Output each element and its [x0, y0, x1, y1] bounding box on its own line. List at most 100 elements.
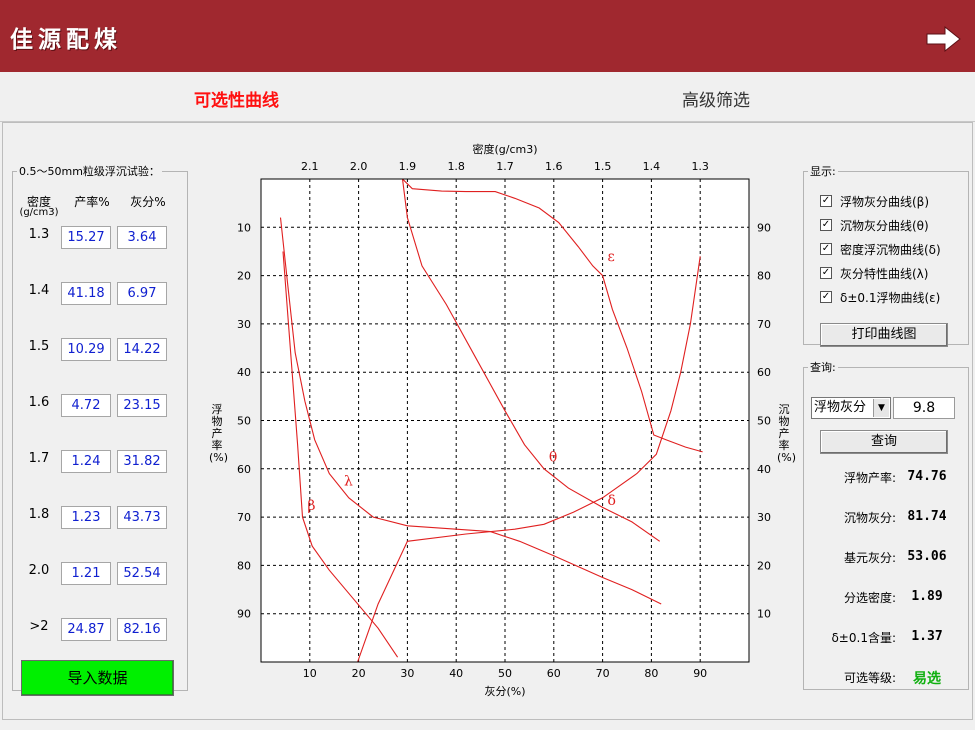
result-value: 53.06	[907, 549, 947, 564]
yield-cell[interactable]: 4.72	[61, 394, 111, 417]
result-label: 基元灰分:	[843, 551, 896, 565]
import-data-button[interactable]: 导入数据	[21, 660, 174, 696]
right-tick-label: 90	[757, 221, 771, 234]
checkbox-label: 密度浮沉物曲线(δ)	[840, 243, 941, 257]
top-tick-label: 1.6	[545, 160, 563, 173]
arrow-right-icon[interactable]	[925, 24, 963, 54]
top-tick-label: 1.9	[399, 160, 417, 173]
density-label: 1.8	[28, 507, 50, 522]
yield-cell[interactable]: 24.87	[61, 618, 111, 641]
query-button[interactable]: 查询	[820, 430, 948, 454]
curve-label: θ	[549, 450, 557, 466]
checkbox-label: δ±0.1浮物曲线(ε)	[840, 291, 941, 305]
x-tick-label: 80	[644, 667, 658, 680]
title-bar: 佳源配煤	[0, 0, 975, 72]
checkbox-icon[interactable]: ✓	[820, 219, 832, 231]
yield-cell[interactable]: 41.18	[61, 282, 111, 305]
checkbox-label: 灰分特性曲线(λ)	[840, 267, 929, 281]
yield-cell[interactable]: 1.24	[61, 450, 111, 473]
top-tick-label: 2.0	[350, 160, 368, 173]
x-tick-label: 20	[352, 667, 366, 680]
left-tick-label: 80	[237, 559, 251, 572]
top-tick-label: 1.7	[496, 160, 514, 173]
chevron-down-icon[interactable]: ▼	[873, 399, 889, 417]
left-tick-label: 50	[237, 415, 251, 428]
ash-cell[interactable]: 82.16	[117, 618, 167, 641]
result-label: δ±0.1含量:	[831, 631, 896, 645]
ash-cell[interactable]: 31.82	[117, 450, 167, 473]
col-ash-header: 灰分%	[130, 195, 166, 209]
tab-advanced-filter[interactable]: 高级筛选	[682, 86, 750, 111]
checkbox-label: 浮物灰分曲线(β)	[840, 195, 930, 209]
right-tick-label: 10	[757, 608, 771, 621]
result-value: 1.89	[911, 589, 943, 604]
x-tick-label: 10	[303, 667, 317, 680]
col-yield-header: 产率%	[74, 195, 110, 209]
print-curve-button[interactable]: 打印曲线图	[820, 323, 948, 347]
ash-cell[interactable]: 23.15	[117, 394, 167, 417]
app-title: 佳源配煤	[10, 26, 122, 53]
right-tick-label: 20	[757, 559, 771, 572]
yield-cell[interactable]: 15.27	[61, 226, 111, 249]
ash-cell[interactable]: 52.54	[117, 562, 167, 585]
density-label: 1.6	[28, 395, 50, 410]
x-tick-label: 30	[400, 667, 414, 680]
display-legend: 显示:	[810, 165, 836, 178]
query-value-input[interactable]: 9.8	[893, 397, 955, 419]
top-tick-label: 1.8	[447, 160, 465, 173]
right-tick-label: 70	[757, 318, 771, 331]
right-axis-label: 沉物产率(%)	[777, 403, 797, 464]
checkbox-icon[interactable]: ✓	[820, 243, 832, 255]
ash-cell[interactable]: 14.22	[117, 338, 167, 361]
right-tick-label: 40	[757, 463, 771, 476]
ash-cell[interactable]: 43.73	[117, 506, 167, 529]
yield-cell[interactable]: 10.29	[61, 338, 111, 361]
right-tick-label: 60	[757, 366, 771, 379]
chart-svg: β θ δ λ ε 10 2.1 20 2.0 30 1.9 40 1.8 50 1.7 60 1.6 70 1.…	[237, 142, 771, 698]
x-tick-label: 90	[693, 667, 707, 680]
checkbox-label: 沉物灰分曲线(θ)	[840, 219, 929, 233]
ash-cell[interactable]: 6.97	[117, 282, 167, 305]
query-type-select[interactable]: 浮物灰分 ▼	[811, 397, 891, 419]
checkbox-icon[interactable]: ✓	[820, 195, 832, 207]
result-value: 81.74	[907, 509, 947, 524]
curve-label: ε	[607, 249, 614, 265]
x-tick-label: 60	[547, 667, 561, 680]
yield-cell[interactable]: 1.21	[61, 562, 111, 585]
float-sink-legend: 0.5～50mm粒级浮沉试验：	[19, 165, 160, 178]
top-tick-label: 1.4	[643, 160, 661, 173]
left-tick-label: 70	[237, 511, 251, 524]
tab-separability-curve[interactable]: 可选性曲线	[194, 86, 279, 111]
density-label: 1.7	[28, 451, 50, 466]
yield-cell[interactable]: 1.23	[61, 506, 111, 529]
density-label: 1.5	[28, 339, 50, 354]
query-type-value: 浮物灰分	[814, 400, 867, 415]
chart-grid	[261, 179, 749, 662]
query-legend: 查询:	[810, 361, 836, 374]
density-label: 1.4	[28, 283, 50, 298]
display-options-group: 显示: ✓ 浮物灰分曲线(β) ✓ 沉物灰分曲线(θ) ✓ 密度浮沉物曲线(δ)…	[803, 163, 969, 347]
right-tick-label: 30	[757, 511, 771, 524]
top-axis-label: 密度(g/cm3)	[472, 142, 537, 156]
right-tick-label: 80	[757, 270, 771, 283]
result-value: 74.76	[907, 469, 947, 484]
x-axis-label: 灰分(%)	[484, 684, 525, 698]
x-tick-label: 40	[449, 667, 463, 680]
ash-cell[interactable]: 3.64	[117, 226, 167, 249]
result-label: 浮物产率:	[843, 471, 896, 485]
left-tick-label: 90	[237, 608, 251, 621]
checkbox-icon[interactable]: ✓	[820, 267, 832, 279]
right-tick-label: 50	[757, 415, 771, 428]
curve-label: λ	[344, 474, 353, 490]
result-label: 沉物灰分:	[843, 511, 896, 525]
tab-bar: 可选性曲线 高级筛选	[0, 72, 975, 122]
density-label: 2.0	[28, 563, 50, 578]
left-tick-label: 10	[237, 221, 251, 234]
top-tick-label: 1.3	[691, 160, 709, 173]
top-tick-label: 2.1	[301, 160, 319, 173]
separability-chart: β θ δ λ ε 10 2.1 20 2.0 30 1.9 40 1.8 50 1.7 60 1.6 70 1.…	[203, 139, 797, 717]
col-density-unit: (g/cm3)	[19, 207, 59, 218]
checkbox-icon[interactable]: ✓	[820, 291, 832, 303]
left-tick-label: 60	[237, 463, 251, 476]
top-tick-label: 1.5	[594, 160, 612, 173]
